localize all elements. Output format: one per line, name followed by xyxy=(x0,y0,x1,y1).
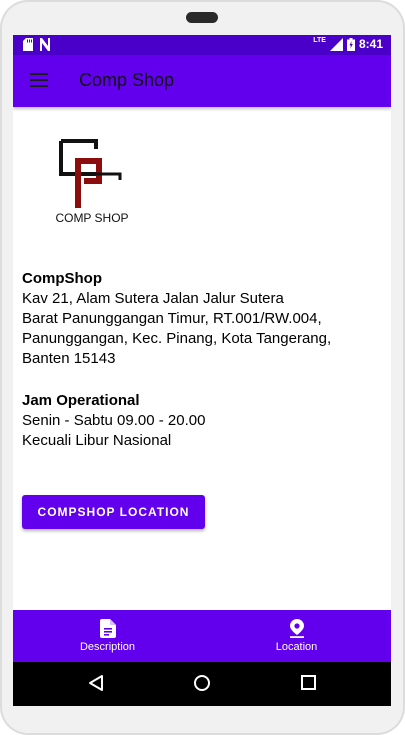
system-navigation-bar xyxy=(13,662,391,706)
nav-label-location: Location xyxy=(275,641,318,653)
compshop-location-button[interactable]: COMPSHOP LOCATION xyxy=(22,495,205,529)
store-info: CompShop Kav 21, Alam Sutera Jalan Jalur… xyxy=(22,269,382,451)
battery-icon xyxy=(346,37,355,51)
logo-caption: COMP SHOP xyxy=(55,211,128,225)
status-time: 8:41 xyxy=(358,37,383,51)
status-bar: LTE 8:41 xyxy=(13,35,391,55)
store-name: CompShop xyxy=(22,270,102,287)
app-title: Comp Shop xyxy=(79,70,175,90)
address-line: Banten 15143 xyxy=(22,350,116,367)
hours-line: Senin - Sabtu 09.00 - 20.00 xyxy=(22,412,206,429)
store-address: Kav 21, Alam Sutera Jalan Jalur Sutera B… xyxy=(22,289,382,369)
cell-signal-icon xyxy=(329,37,343,51)
status-right-icons: LTE 8:41 xyxy=(313,36,383,52)
nav-item-location[interactable]: Location xyxy=(202,610,391,662)
device-speaker xyxy=(186,12,218,23)
address-line: Barat Panunggangan Timur, RT.001/RW.004, xyxy=(22,310,322,327)
comp-shop-logo: COMP SHOP xyxy=(55,139,129,225)
device-frame: LTE 8:41 Comp Shop COMP SHOP CompShop Ka… xyxy=(0,0,405,735)
home-icon[interactable] xyxy=(193,674,211,692)
hours-title: Jam Operational xyxy=(22,392,140,409)
hamburger-menu-icon[interactable] xyxy=(30,73,48,87)
recents-icon[interactable] xyxy=(300,674,318,692)
sd-card-icon xyxy=(23,38,33,51)
network-type: LTE xyxy=(313,36,326,44)
app-bar: Comp Shop xyxy=(13,55,391,107)
nav-item-description[interactable]: Description xyxy=(13,610,202,662)
location-pin-icon xyxy=(289,619,304,638)
document-icon xyxy=(99,619,116,638)
app-screen: LTE 8:41 Comp Shop COMP SHOP CompShop Ka… xyxy=(13,35,391,706)
address-line: Kav 21, Alam Sutera Jalan Jalur Sutera xyxy=(22,290,284,307)
nav-label-description: Description xyxy=(79,641,136,653)
back-icon[interactable] xyxy=(87,674,105,692)
address-line: Panunggangan, Kec. Pinang, Kota Tangeran… xyxy=(22,330,332,347)
status-left-icons xyxy=(23,38,51,51)
hours-line: Kecuali Libur Nasional xyxy=(22,432,172,449)
n-notification-icon xyxy=(40,38,50,51)
bottom-navigation: Description Location xyxy=(13,610,391,662)
